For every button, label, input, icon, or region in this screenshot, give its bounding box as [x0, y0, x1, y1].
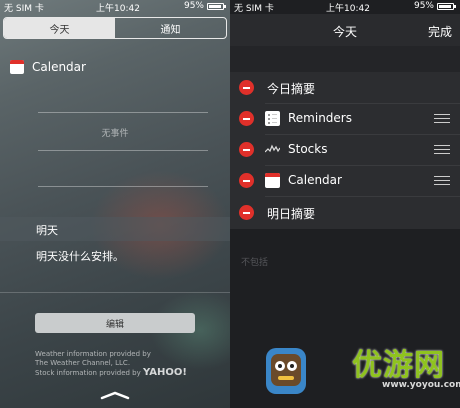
today-notifications-segmented-control: 今天 通知	[3, 17, 227, 39]
calendar-widget-header[interactable]: Calendar	[10, 60, 86, 74]
weather-credit-line1: Weather information provided by	[35, 350, 151, 358]
calendar-icon	[265, 173, 280, 188]
widget-label: 明日摘要	[267, 207, 316, 221]
list-spacer	[230, 46, 460, 72]
remove-icon[interactable]	[239, 205, 254, 220]
watermark-name: 优游网	[352, 348, 445, 383]
mascot-logo-icon	[266, 348, 306, 394]
reorder-handle-icon[interactable]	[434, 176, 450, 185]
battery-status: 95%	[183, 1, 226, 11]
widget-list: 今日摘要 Reminders Stocks Calendar 明日摘要	[230, 72, 460, 229]
watermark-url: www.yoyou.com	[382, 380, 460, 390]
list-item: Reminders	[230, 103, 460, 134]
calendar-widget-title: Calendar	[32, 60, 86, 74]
data-credits: Weather information provided by The Weat…	[35, 350, 187, 378]
battery-icon	[437, 2, 456, 10]
yahoo-logo: YAHOO!	[143, 367, 187, 378]
clock-label: 上午10:42	[326, 4, 370, 14]
not-included-heading: 不包括	[241, 258, 269, 268]
no-events-label: 无事件	[101, 129, 129, 139]
list-item: Calendar	[230, 165, 460, 196]
edit-button[interactable]: 编辑	[35, 313, 195, 333]
list-item: 今日摘要	[230, 72, 460, 103]
done-button[interactable]: 完成	[428, 23, 452, 40]
calendar-icon	[10, 60, 24, 74]
stocks-icon	[265, 144, 280, 153]
today-view-panel: 无 SIM 卡 上午10:42 95% 今天 通知 Calendar 无事件 明…	[0, 0, 230, 408]
battery-percent: 95%	[183, 1, 204, 11]
widget-label: Calendar	[288, 173, 342, 187]
battery-icon	[207, 2, 226, 10]
section-divider	[0, 292, 230, 293]
remove-icon[interactable]	[239, 111, 254, 126]
remove-icon[interactable]	[239, 173, 254, 188]
widget-label: 今日摘要	[267, 82, 316, 96]
clock-label: 上午10:42	[96, 4, 140, 14]
tab-today[interactable]: 今天	[4, 18, 115, 38]
calendar-divider	[38, 112, 208, 113]
site-watermark: 优游网 www.yoyou.com	[260, 330, 460, 408]
edit-title: 今天	[332, 25, 357, 39]
widget-label: Stocks	[288, 142, 328, 156]
tomorrow-summary-text: 明天没什么安排。	[36, 250, 124, 263]
carrier-label: 无 SIM 卡	[4, 4, 44, 14]
reminders-icon	[265, 111, 280, 126]
stock-credit-text: Stock information provided by	[35, 369, 141, 377]
carrier-label: 无 SIM 卡	[234, 4, 274, 14]
reorder-handle-icon[interactable]	[434, 114, 450, 123]
tomorrow-section-header: 明天	[0, 217, 230, 241]
stock-credit-line: Stock information provided by YAHOO!	[35, 368, 187, 378]
status-bar: 无 SIM 卡 上午10:42 95%	[230, 0, 460, 14]
remove-icon[interactable]	[239, 80, 254, 95]
chevron-handle-icon[interactable]	[100, 390, 130, 400]
tomorrow-heading: 明天	[36, 224, 58, 237]
calendar-divider	[38, 186, 208, 187]
remove-icon[interactable]	[239, 142, 254, 157]
widget-label: Reminders	[288, 111, 352, 125]
list-item: Stocks	[230, 134, 460, 165]
calendar-divider	[38, 150, 208, 151]
status-bar: 无 SIM 卡 上午10:42 95%	[0, 0, 230, 14]
tab-notifications[interactable]: 通知	[115, 18, 226, 38]
battery-percent: 95%	[413, 1, 434, 11]
battery-status: 95%	[413, 1, 456, 11]
reorder-handle-icon[interactable]	[434, 145, 450, 154]
list-item: 明日摘要	[230, 197, 460, 228]
